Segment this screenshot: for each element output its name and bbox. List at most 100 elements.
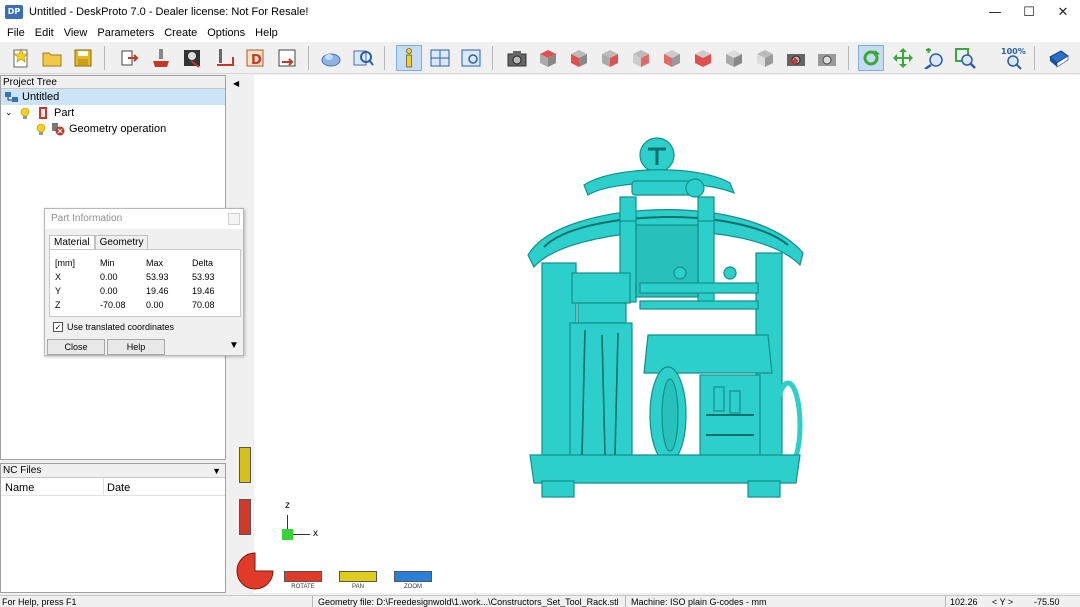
- translated-coordinates-checkbox[interactable]: ✓: [53, 322, 63, 332]
- menu-parameters[interactable]: Parameters: [92, 24, 159, 42]
- tree-item-project[interactable]: Untitled: [1, 89, 225, 105]
- lightbulb-icon[interactable]: [20, 107, 30, 120]
- dialog-title: Part Information: [45, 209, 243, 229]
- row-z-label: Z: [55, 300, 61, 310]
- preview-zoom-icon[interactable]: [350, 45, 376, 71]
- help-book-icon[interactable]: [1046, 45, 1072, 71]
- import-part-icon[interactable]: [116, 45, 142, 71]
- dropdown-arrow-icon[interactable]: ▼: [212, 464, 221, 478]
- app-logo-icon: DP: [5, 5, 23, 19]
- project-tree-title: Project Tree: [1, 76, 225, 89]
- window-title: Untitled - DeskProto 7.0 - Dealer licens…: [29, 6, 309, 18]
- 3d-viewport[interactable]: ◀ z x ROTATE PAN ZOOM: [230, 75, 1080, 593]
- pan-nav-button[interactable]: [339, 571, 377, 582]
- dxf-operation-icon[interactable]: D: [242, 45, 268, 71]
- expand-arrow-icon[interactable]: ▼: [229, 340, 239, 351]
- dialog-help-button[interactable]: Help: [107, 339, 165, 355]
- zoom-slider-handle[interactable]: [239, 447, 251, 483]
- menu-file[interactable]: File: [2, 24, 30, 42]
- rotate-view-icon[interactable]: [858, 45, 884, 71]
- view-left-icon[interactable]: [659, 45, 685, 71]
- part-icon: [36, 106, 50, 120]
- tool-rack-model: [527, 137, 804, 498]
- column-name-header[interactable]: Name: [5, 482, 34, 494]
- zoom-window-icon[interactable]: [952, 45, 978, 71]
- info-icon[interactable]: [396, 45, 422, 71]
- row-z-max: 0.00: [146, 300, 164, 310]
- zoom-nav-button[interactable]: [394, 571, 432, 582]
- nc-files-header: Name Date: [1, 478, 225, 496]
- view-window-icon[interactable]: [458, 45, 484, 71]
- restore-view-icon[interactable]: [814, 45, 840, 71]
- view-bottom-icon[interactable]: [690, 45, 716, 71]
- row-x-max: 53.93: [146, 272, 169, 282]
- open-folder-icon[interactable]: [39, 45, 65, 71]
- view-back-icon[interactable]: [628, 45, 654, 71]
- nc-files-title: NC Files ▼: [1, 464, 225, 478]
- close-button[interactable]: ✕: [1046, 0, 1080, 24]
- write-nc-icon[interactable]: [274, 45, 300, 71]
- tree-item-operation[interactable]: Geometry operation: [1, 121, 166, 137]
- view-top-icon[interactable]: [535, 45, 561, 71]
- view-iso-icon[interactable]: [721, 45, 747, 71]
- title-bar: DP Untitled - DeskProto 7.0 - Dealer lic…: [0, 0, 1080, 24]
- zoom-view-icon[interactable]: [921, 45, 947, 71]
- dialog-tabs: Material Geometry: [49, 235, 149, 250]
- rotate-nav-button[interactable]: [284, 571, 322, 582]
- pan-view-icon[interactable]: [890, 45, 916, 71]
- menu-options[interactable]: Options: [202, 24, 250, 42]
- new-project-icon[interactable]: [8, 45, 34, 71]
- lightbulb-icon[interactable]: [36, 123, 46, 136]
- view-right-icon[interactable]: [597, 45, 623, 71]
- row-y-delta: 19.46: [192, 286, 215, 296]
- status-axis-indicator: < Y >: [992, 597, 1014, 607]
- save-disk-icon[interactable]: [70, 45, 96, 71]
- operation-icon[interactable]: [148, 45, 174, 71]
- tool-path-icon[interactable]: [211, 45, 237, 71]
- bitmap-operation-icon[interactable]: [179, 45, 205, 71]
- part-information-dialog: Part Information Material Geometry [mm] …: [44, 208, 244, 356]
- row-x-min: 0.00: [100, 272, 118, 282]
- axis-origin-indicator: [282, 529, 293, 540]
- rotate-slider-handle[interactable]: [239, 499, 251, 535]
- tab-geometry[interactable]: Geometry: [94, 235, 149, 250]
- dimensions-table: [mm] Min Max Delta X 0.00 53.93 53.93 Y …: [49, 249, 241, 317]
- axis-x-label: x: [313, 528, 318, 539]
- tree-item-project-label: Untitled: [22, 91, 60, 103]
- layout-window-icon[interactable]: [427, 45, 453, 71]
- status-geometry-file: Geometry file: D:\Freedesignwold\1.work.…: [318, 597, 619, 607]
- dialog-close-icon[interactable]: [228, 213, 240, 225]
- camera-view-icon[interactable]: [504, 45, 530, 71]
- nc-files-title-label: NC Files: [3, 465, 42, 476]
- view-iso-back-icon[interactable]: [752, 45, 778, 71]
- header-min: Min: [100, 258, 115, 268]
- pan-nav-label: PAN: [352, 584, 364, 590]
- dialog-close-button[interactable]: Close: [47, 339, 105, 355]
- tree-item-part[interactable]: ⌄ Part: [1, 105, 74, 121]
- column-date-header[interactable]: Date: [107, 482, 130, 494]
- row-y-label: Y: [55, 286, 62, 296]
- tab-material[interactable]: Material: [49, 235, 95, 250]
- minimize-button[interactable]: —: [978, 0, 1012, 24]
- rotate-nav-label: ROTATE: [291, 584, 315, 590]
- header-delta: Delta: [192, 258, 214, 268]
- tree-item-part-label: Part: [54, 107, 75, 119]
- chevron-down-icon[interactable]: ⌄: [5, 108, 15, 118]
- menu-view[interactable]: View: [59, 24, 93, 42]
- status-machine: Machine: ISO plain G-codes - mm: [631, 597, 767, 607]
- menu-edit[interactable]: Edit: [30, 24, 59, 42]
- row-y-min: 0.00: [100, 286, 118, 296]
- row-x-delta: 53.93: [192, 272, 215, 282]
- zoom-100-icon[interactable]: 100%: [1000, 45, 1026, 71]
- maximize-button[interactable]: ☐: [1012, 0, 1046, 24]
- rotate-dial-icon[interactable]: [233, 549, 277, 593]
- geometry-operation-icon: [51, 122, 65, 136]
- view-front-icon[interactable]: [566, 45, 592, 71]
- save-view-icon[interactable]: [783, 45, 809, 71]
- project-icon: [5, 91, 19, 104]
- collapse-arrow-icon[interactable]: ◀: [233, 79, 239, 88]
- simulation-icon[interactable]: [318, 45, 344, 71]
- window-controls: — ☐ ✕: [978, 0, 1080, 24]
- menu-create[interactable]: Create: [159, 24, 202, 42]
- menu-help[interactable]: Help: [250, 24, 283, 42]
